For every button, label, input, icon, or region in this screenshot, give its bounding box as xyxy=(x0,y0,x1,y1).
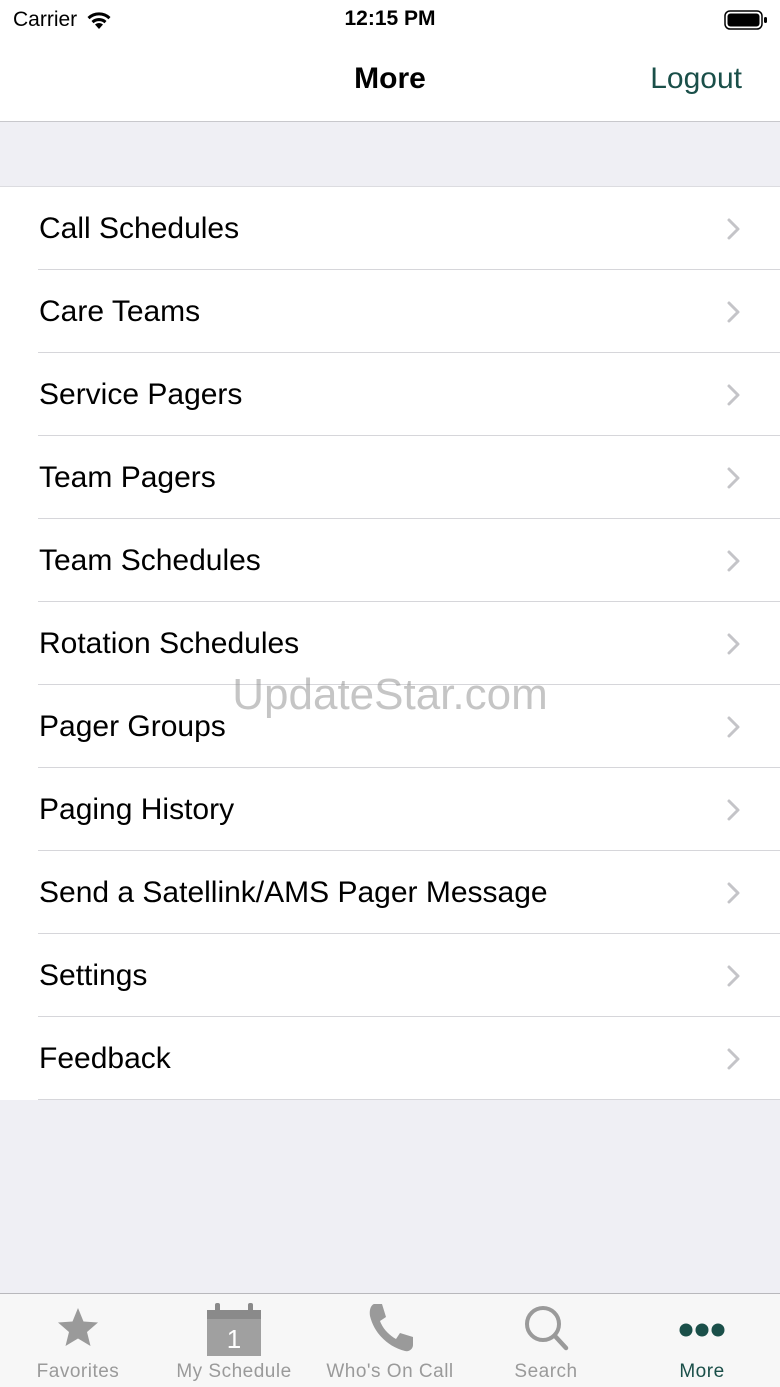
chevron-right-icon xyxy=(727,799,740,821)
calendar-icon: 1 xyxy=(207,1303,261,1356)
chevron-right-icon xyxy=(727,882,740,904)
menu-item-label: Team Schedules xyxy=(39,543,261,577)
menu-item-label: Pager Groups xyxy=(39,709,226,743)
chevron-right-icon xyxy=(727,965,740,987)
tab-my-schedule[interactable]: 1 My Schedule xyxy=(156,1294,312,1387)
tab-whos-on-call[interactable]: Who's On Call xyxy=(312,1294,468,1387)
chevron-right-icon xyxy=(727,1048,740,1070)
chevron-right-icon xyxy=(727,633,740,655)
menu-item-label: Rotation Schedules xyxy=(39,626,300,660)
menu-item-settings[interactable]: Settings xyxy=(0,934,780,1017)
menu-item-label: Send a Satellink/AMS Pager Message xyxy=(39,875,548,909)
chevron-right-icon xyxy=(727,550,740,572)
menu-item-label: Feedback xyxy=(39,1041,171,1075)
more-menu-list: Call Schedules Care Teams Service Pagers… xyxy=(0,186,780,1100)
status-bar: Carrier 12:15 PM xyxy=(0,0,780,44)
menu-item-service-pagers[interactable]: Service Pagers xyxy=(0,353,780,436)
chevron-right-icon xyxy=(727,467,740,489)
menu-item-label: Call Schedules xyxy=(39,211,240,245)
status-time: 12:15 PM xyxy=(344,7,436,30)
menu-item-paging-history[interactable]: Paging History xyxy=(0,768,780,851)
tab-label: Favorites xyxy=(36,1361,120,1382)
menu-item-team-schedules[interactable]: Team Schedules xyxy=(0,519,780,602)
tab-label: Who's On Call xyxy=(326,1361,454,1382)
menu-item-care-teams[interactable]: Care Teams xyxy=(0,270,780,353)
menu-item-label: Care Teams xyxy=(39,294,201,328)
menu-item-feedback[interactable]: Feedback xyxy=(0,1017,780,1100)
logout-button[interactable]: Logout xyxy=(650,62,742,96)
chevron-right-icon xyxy=(727,301,740,323)
calendar-day-number: 1 xyxy=(227,1324,241,1354)
menu-item-label: Settings xyxy=(39,958,148,992)
tab-bar: Favorites 1 My Schedule Who's On Call Se… xyxy=(0,1293,780,1387)
tab-more[interactable]: More xyxy=(624,1294,780,1387)
menu-item-label: Paging History xyxy=(39,792,235,826)
chevron-right-icon xyxy=(727,716,740,738)
tab-search[interactable]: Search xyxy=(468,1294,624,1387)
chevron-right-icon xyxy=(727,218,740,240)
menu-item-call-schedules[interactable]: Call Schedules xyxy=(0,187,780,270)
tab-label: More xyxy=(679,1361,725,1382)
phone-icon xyxy=(369,1304,413,1352)
chevron-right-icon xyxy=(727,384,740,406)
menu-item-pager-groups[interactable]: Pager Groups xyxy=(0,685,780,768)
menu-item-label: Service Pagers xyxy=(39,377,243,411)
search-icon xyxy=(525,1306,569,1351)
battery-icon xyxy=(724,10,767,30)
menu-item-team-pagers[interactable]: Team Pagers xyxy=(0,436,780,519)
tab-label: My Schedule xyxy=(176,1361,292,1382)
menu-item-rotation-schedules[interactable]: Rotation Schedules xyxy=(0,602,780,685)
star-icon xyxy=(58,1308,98,1346)
navigation-bar: More Logout xyxy=(0,44,780,122)
tab-label: Search xyxy=(514,1361,578,1382)
menu-item-send-pager-message[interactable]: Send a Satellink/AMS Pager Message xyxy=(0,851,780,934)
tab-favorites[interactable]: Favorites xyxy=(0,1294,156,1387)
more-dots-icon xyxy=(679,1323,725,1337)
menu-item-label: Team Pagers xyxy=(39,460,216,494)
